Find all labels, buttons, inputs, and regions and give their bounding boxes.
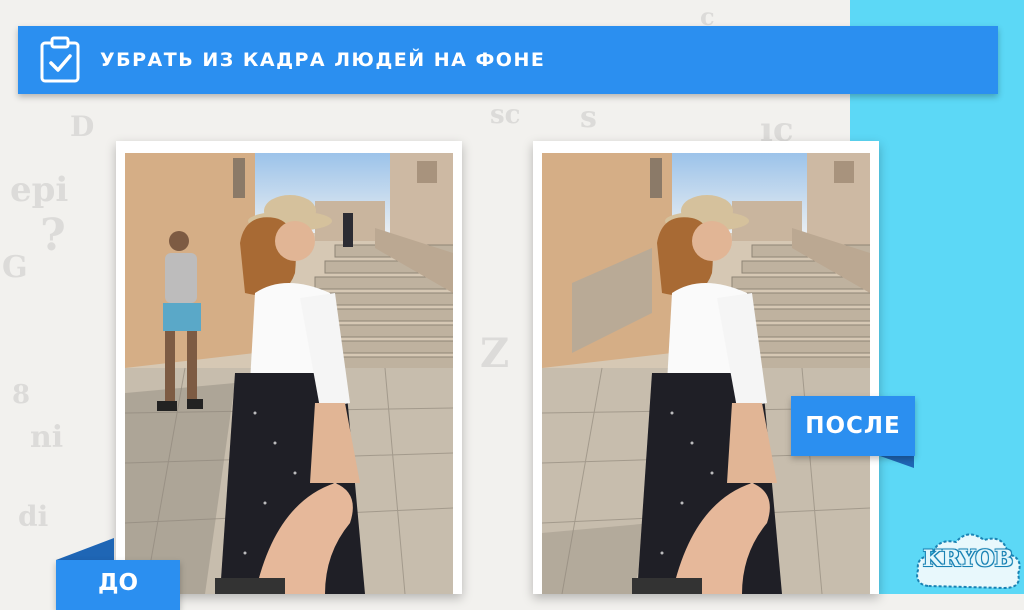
after-label: ПОСЛЕ	[791, 396, 915, 456]
after-photo	[542, 153, 870, 594]
before-label: ДО	[56, 560, 180, 610]
before-photo	[125, 153, 453, 594]
page-title: УБРАТЬ ИЗ КАДРА ЛЮДЕЙ НА ФОНЕ	[100, 49, 546, 71]
clipboard-check-icon	[40, 36, 80, 83]
before-photo-card	[116, 141, 462, 594]
header-bar: УБРАТЬ ИЗ КАДРА ЛЮДЕЙ НА ФОНЕ	[18, 26, 998, 94]
before-label-tail	[56, 538, 114, 560]
logo-text: KRYOB	[922, 546, 1014, 572]
after-photo-card	[533, 141, 879, 594]
kryob-logo: KRYOB	[912, 526, 1024, 594]
after-label-tail	[880, 456, 914, 468]
